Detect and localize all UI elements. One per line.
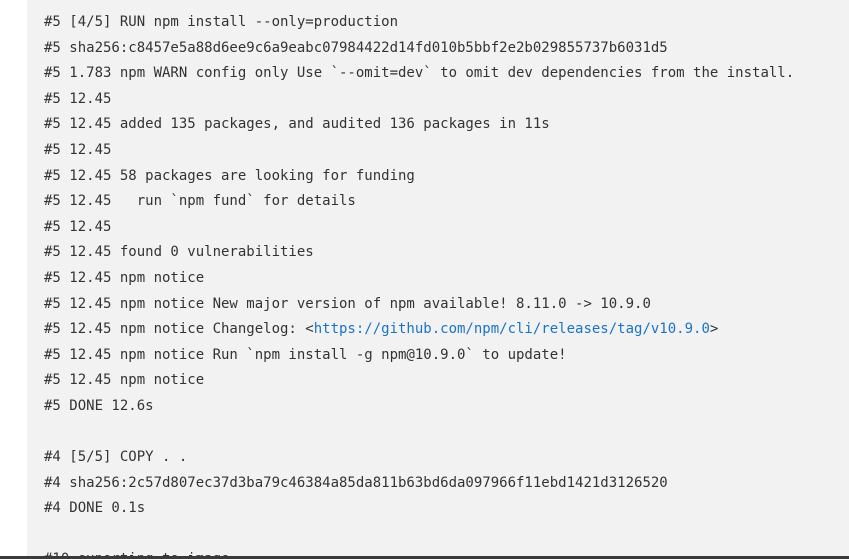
changelog-link[interactable]: https://github.com/npm/cli/releases/tag/… [314,321,710,337]
log-line: #10 exporting to image [44,547,794,556]
log-line: #5 12.45 npm notice Run `npm install -g … [44,346,567,363]
log-line: #5 12.45 npm notice [44,269,205,286]
changelog-prefix: #5 12.45 npm notice Changelog: < [44,321,314,338]
log-line: #5 12.45 added 135 packages, and audited… [44,116,550,133]
log-line: #5 12.45 [44,141,112,158]
log-line: #4 DONE 0.1s [44,500,146,517]
log-line: #5 12.45 run `npm fund` for details [44,193,356,210]
page: #5 [4/5] RUN npm install --only=producti… [0,0,849,559]
log-line: #5 1.783 npm WARN config only Use `--omi… [44,65,795,82]
log-line: #5 [4/5] RUN npm install --only=producti… [44,14,399,30]
log-line: #5 12.45 [44,90,112,107]
log-line-changelog: #5 12.45 npm notice Changelog: <https://… [44,317,794,343]
log-line: #5 12.45 found 0 vulnerabilities [44,244,314,261]
log-line: #4 [5/5] COPY . . [44,449,188,466]
log-line: #5 12.45 58 packages are looking for fun… [44,167,415,184]
log-line: #5 12.45 npm notice [44,372,205,389]
log-line: #4 sha256:2c57d807ec37d3ba79c46384a85da8… [44,474,668,491]
log-line-blank [44,420,794,446]
build-log: #5 [4/5] RUN npm install --only=producti… [44,10,794,556]
log-line: #5 12.45 npm notice New major version of… [44,295,651,312]
log-line: #5 12.45 [44,218,112,235]
log-line: #5 sha256:c8457e5a88d6ee9c6a9eabc0798442… [44,39,668,56]
build-log-panel: #5 [4/5] RUN npm install --only=producti… [27,0,849,556]
log-line-blank [44,522,794,548]
changelog-suffix: > [709,321,719,338]
log-line: #5 DONE 12.6s [44,397,154,414]
